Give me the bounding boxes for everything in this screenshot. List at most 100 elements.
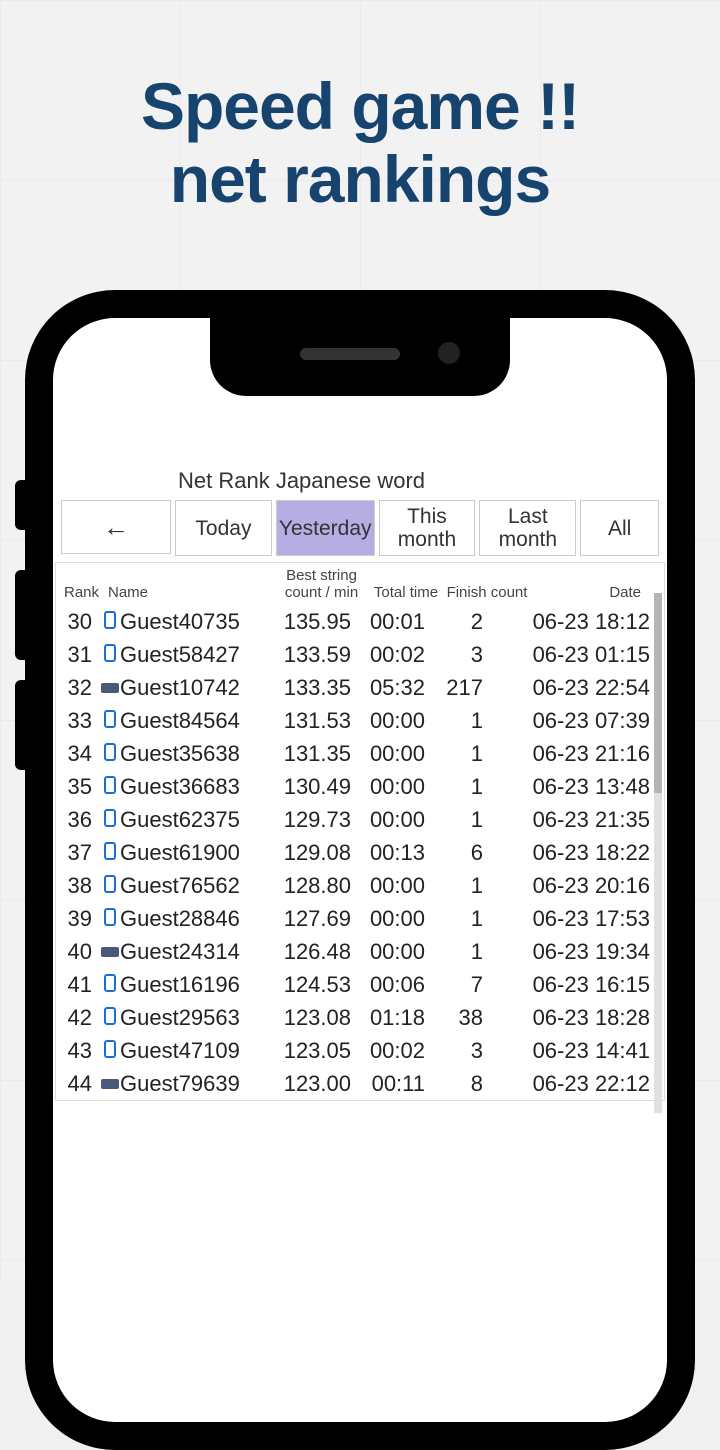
cell-time: 00:00 xyxy=(355,807,427,833)
cell-time: 00:11 xyxy=(355,1071,427,1097)
cell-score: 123.08 xyxy=(270,1005,355,1031)
cell-time: 00:00 xyxy=(355,774,427,800)
phone-volume-up xyxy=(15,570,25,660)
cell-time: 00:02 xyxy=(355,642,427,668)
cell-name: Guest40735 xyxy=(120,609,270,635)
mobile-icon xyxy=(100,906,120,932)
tab-today[interactable]: Today xyxy=(175,500,272,556)
back-arrow-icon: ← xyxy=(103,512,129,543)
table-row[interactable]: 41Guest16196124.5300:06706-23 16:15 xyxy=(56,968,664,1001)
cell-name: Guest10742 xyxy=(120,675,270,701)
header-name: Name xyxy=(104,584,274,601)
screen-title: Net Rank Japanese word xyxy=(53,468,667,494)
table-row[interactable]: 43Guest47109123.0500:02306-23 14:41 xyxy=(56,1034,664,1067)
table-row[interactable]: 36 Guest62375129.7300:00106-23 21:35 xyxy=(56,803,664,836)
cell-rank: 32 xyxy=(56,675,100,701)
scrollbar-thumb[interactable] xyxy=(654,593,662,793)
cell-rank: 31 xyxy=(56,642,100,668)
table-header: Rank Name Best string count / min Total … xyxy=(56,563,664,605)
mobile-icon xyxy=(100,774,120,800)
cell-date: 06-23 22:54 xyxy=(487,675,664,701)
cell-finish: 1 xyxy=(427,873,487,899)
cell-score: 123.00 xyxy=(270,1071,355,1097)
cell-time: 00:00 xyxy=(355,906,427,932)
cell-date: 06-23 18:28 xyxy=(487,1005,664,1031)
cell-date: 06-23 20:16 xyxy=(487,873,664,899)
cell-rank: 33 xyxy=(56,708,100,734)
table-row[interactable]: 31Guest58427133.5900:02306-23 01:15 xyxy=(56,638,664,671)
cell-name: Guest62375 xyxy=(120,807,270,833)
cell-rank: 42 xyxy=(56,1005,100,1031)
cell-name: Guest79639 xyxy=(120,1071,270,1097)
header-date: Date xyxy=(531,584,651,601)
cell-time: 00:00 xyxy=(355,939,427,965)
cell-name: Guest47109 xyxy=(120,1038,270,1064)
notch-speaker xyxy=(300,348,400,360)
cell-date: 06-23 21:16 xyxy=(487,741,664,767)
cell-finish: 38 xyxy=(427,1005,487,1031)
desktop-icon xyxy=(100,939,120,965)
header-rank: Rank xyxy=(60,584,104,601)
table-row[interactable]: 38Guest76562128.8000:00106-23 20:16 xyxy=(56,869,664,902)
mobile-icon xyxy=(100,840,120,866)
table-row[interactable]: 32Guest10742133.3505:3221706-23 22:54 xyxy=(56,671,664,704)
cell-finish: 7 xyxy=(427,972,487,998)
cell-name: Guest24314 xyxy=(120,939,270,965)
table-row[interactable]: 42Guest29563123.0801:183806-23 18:28 xyxy=(56,1001,664,1034)
table-row[interactable]: 35Guest36683130.4900:00106-23 13:48 xyxy=(56,770,664,803)
mobile-icon xyxy=(100,807,120,833)
cell-name: Guest28846 xyxy=(120,906,270,932)
cell-finish: 1 xyxy=(427,807,487,833)
phone-screen: Net Rank Japanese word ← TodayYesterdayT… xyxy=(53,318,667,1422)
cell-name: Guest76562 xyxy=(120,873,270,899)
tab-all[interactable]: All xyxy=(580,500,659,556)
phone-frame: Net Rank Japanese word ← TodayYesterdayT… xyxy=(25,290,695,1450)
cell-rank: 40 xyxy=(56,939,100,965)
cell-finish: 1 xyxy=(427,906,487,932)
cell-time: 00:00 xyxy=(355,873,427,899)
cell-date: 06-23 21:35 xyxy=(487,807,664,833)
tab-this-month[interactable]: This month xyxy=(379,500,476,556)
notch-camera xyxy=(438,342,460,364)
cell-date: 06-23 18:12 xyxy=(487,609,664,635)
table-row[interactable]: 39Guest28846127.6900:00106-23 17:53 xyxy=(56,902,664,935)
table-row[interactable]: 30Guest40735135.9500:01206-23 18:12 xyxy=(56,605,664,638)
cell-rank: 35 xyxy=(56,774,100,800)
cell-time: 01:18 xyxy=(355,1005,427,1031)
cell-time: 05:32 xyxy=(355,675,427,701)
header-time: Total time xyxy=(369,584,443,601)
cell-finish: 2 xyxy=(427,609,487,635)
cell-date: 06-23 14:41 xyxy=(487,1038,664,1064)
cell-rank: 34 xyxy=(56,741,100,767)
tab-last-month[interactable]: Last month xyxy=(479,500,576,556)
table-row[interactable]: 40Guest24314126.4800:00106-23 19:34 xyxy=(56,935,664,968)
cell-finish: 8 xyxy=(427,1071,487,1097)
cell-rank: 43 xyxy=(56,1038,100,1064)
desktop-icon xyxy=(100,675,120,701)
table-row[interactable]: 34Guest35638131.3500:00106-23 21:16 xyxy=(56,737,664,770)
tab-yesterday[interactable]: Yesterday xyxy=(276,500,375,556)
table-row[interactable]: 44Guest79639123.0000:11806-23 22:12 xyxy=(56,1067,664,1100)
cell-date: 06-23 07:39 xyxy=(487,708,664,734)
cell-date: 06-23 22:12 xyxy=(487,1071,664,1097)
cell-score: 130.49 xyxy=(270,774,355,800)
cell-finish: 1 xyxy=(427,708,487,734)
cell-time: 00:00 xyxy=(355,741,427,767)
promo-headline: Speed game !! net rankings xyxy=(0,0,720,215)
cell-name: Guest16196 xyxy=(120,972,270,998)
cell-time: 00:01 xyxy=(355,609,427,635)
cell-score: 124.53 xyxy=(270,972,355,998)
mobile-icon xyxy=(100,1038,120,1064)
phone-side-button xyxy=(15,480,25,530)
cell-score: 133.59 xyxy=(270,642,355,668)
cell-rank: 36 xyxy=(56,807,100,833)
cell-name: Guest35638 xyxy=(120,741,270,767)
table-row[interactable]: 37Guest61900129.0800:13606-23 18:22 xyxy=(56,836,664,869)
mobile-icon xyxy=(100,609,120,635)
cell-score: 129.73 xyxy=(270,807,355,833)
table-row[interactable]: 33Guest84564131.5300:00106-23 07:39 xyxy=(56,704,664,737)
cell-date: 06-23 19:34 xyxy=(487,939,664,965)
promo-line-2: net rankings xyxy=(0,143,720,216)
desktop-icon xyxy=(100,1071,120,1097)
back-button[interactable]: ← xyxy=(61,500,171,554)
